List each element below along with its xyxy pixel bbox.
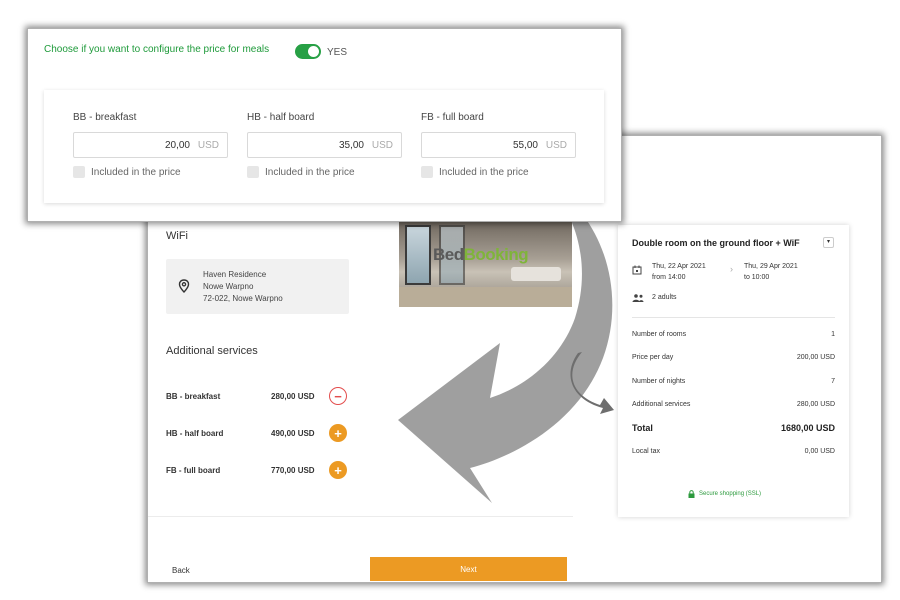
half-board-price-input[interactable]: 35,00 USD <box>247 132 402 158</box>
remove-service-button[interactable]: − <box>329 387 347 405</box>
summary-row-total: Total 1680,00 USD <box>632 423 835 433</box>
service-name: BB - breakfast <box>166 392 221 401</box>
wifi-heading: WiFi <box>166 230 188 242</box>
meal-label: BB - breakfast <box>73 112 137 123</box>
full-board-price-input[interactable]: 55,00 USD <box>421 132 576 158</box>
summary-label: Price per day <box>632 354 674 361</box>
chevron-down-icon[interactable]: ▾ <box>823 237 834 248</box>
checkbox-label: Included in the price <box>439 166 529 178</box>
add-service-button[interactable]: + <box>329 461 347 479</box>
summary-value: 1 <box>831 331 835 338</box>
half-board-included-checkbox[interactable]: Included in the price <box>247 166 355 178</box>
checkbox-icon <box>73 166 85 178</box>
summary-label: Additional services <box>632 401 691 408</box>
meal-label: FB - full board <box>421 112 484 123</box>
summary-row-rooms: Number of rooms 1 <box>632 331 835 338</box>
service-price: 280,00 USD <box>271 392 315 401</box>
address-postal: 72-022, Nowe Warpno <box>203 294 283 303</box>
meal-column-breakfast: BB - breakfast 20,00 USD Included in the… <box>73 112 228 178</box>
checkbox-icon <box>421 166 433 178</box>
summary-row-local-tax: Local tax 0,00 USD <box>632 448 835 455</box>
price-currency: USD <box>545 140 567 151</box>
price-value: 35,00 <box>338 140 364 151</box>
price-currency: USD <box>197 140 219 151</box>
guests-count: 2 adults <box>652 294 677 301</box>
bedbooking-logo: BedBooking <box>433 245 529 264</box>
booking-summary: Double room on the ground floor + WiF ▾ … <box>618 225 849 517</box>
meal-label: HB - half board <box>247 112 315 123</box>
summary-row-nights: Number of nights 7 <box>632 378 835 385</box>
divider <box>632 317 835 318</box>
next-button[interactable]: Next <box>370 557 567 581</box>
summary-value: 7 <box>831 378 835 385</box>
summary-value: 1680,00 USD <box>780 423 835 433</box>
summary-value: 200,00 USD <box>796 354 835 361</box>
toggle-label: YES <box>327 47 348 58</box>
ssl-note: Secure shopping (SSL) <box>688 490 761 498</box>
service-row-half-board: HB - half board 490,00 USD + <box>166 423 356 443</box>
service-name: HB - half board <box>166 429 224 438</box>
summary-row-additional-services: Additional services 280,00 USD <box>632 401 835 408</box>
checkin-time: from 14:00 <box>652 274 686 281</box>
service-price: 770,00 USD <box>271 466 315 475</box>
hotel-photo[interactable]: BedBooking <box>399 219 572 307</box>
people-icon <box>632 294 644 302</box>
add-service-button[interactable]: + <box>329 424 347 442</box>
address-name: Haven Residence <box>203 270 267 279</box>
location-pin-icon <box>178 279 190 293</box>
meal-column-full-board: FB - full board 55,00 USD Included in th… <box>421 112 576 178</box>
meal-price-box: BB - breakfast 20,00 USD Included in the… <box>44 90 604 203</box>
ssl-text: Secure shopping (SSL) <box>699 491 762 497</box>
lock-icon <box>688 490 695 498</box>
room-title: Double room on the ground floor + WiF <box>632 238 800 248</box>
meal-price-config-panel: Choose if you want to configure the pric… <box>27 28 622 222</box>
price-value: 55,00 <box>512 140 538 151</box>
price-value: 20,00 <box>164 140 190 151</box>
additional-services-heading: Additional services <box>166 345 258 357</box>
meal-column-half-board: HB - half board 35,00 USD Included in th… <box>247 112 402 178</box>
checkbox-icon <box>247 166 259 178</box>
back-link[interactable]: Back <box>172 566 190 575</box>
checkbox-label: Included in the price <box>91 166 181 178</box>
chevron-right-icon: › <box>730 264 733 274</box>
checkout-date: Thu, 29 Apr 2021 <box>744 263 798 270</box>
divider <box>148 516 573 517</box>
full-board-included-checkbox[interactable]: Included in the price <box>421 166 529 178</box>
address-box: Haven Residence Nowe Warpno 72-022, Nowe… <box>166 259 349 314</box>
meal-price-question: Choose if you want to configure the pric… <box>44 44 270 55</box>
summary-value: 280,00 USD <box>796 401 835 408</box>
checkbox-label: Included in the price <box>265 166 355 178</box>
meal-price-toggle[interactable] <box>295 44 321 59</box>
service-price: 490,00 USD <box>271 429 315 438</box>
breakfast-price-input[interactable]: 20,00 USD <box>73 132 228 158</box>
checkin-date: Thu, 22 Apr 2021 <box>652 263 706 270</box>
breakfast-included-checkbox[interactable]: Included in the price <box>73 166 181 178</box>
service-name: FB - full board <box>166 466 221 475</box>
address-city: Nowe Warpno <box>203 282 254 291</box>
summary-value: 0,00 USD <box>804 448 835 455</box>
service-row-breakfast: BB - breakfast 280,00 USD − <box>166 386 356 406</box>
summary-label: Number of nights <box>632 378 686 385</box>
summary-label: Total <box>632 423 653 433</box>
price-currency: USD <box>371 140 393 151</box>
summary-label: Number of rooms <box>632 331 687 338</box>
calendar-icon <box>632 265 642 275</box>
service-row-full-board: FB - full board 770,00 USD + <box>166 460 356 480</box>
checkout-time: to 10:00 <box>744 274 770 281</box>
summary-label: Local tax <box>632 448 661 455</box>
summary-row-price-per-day: Price per day 200,00 USD <box>632 354 835 361</box>
